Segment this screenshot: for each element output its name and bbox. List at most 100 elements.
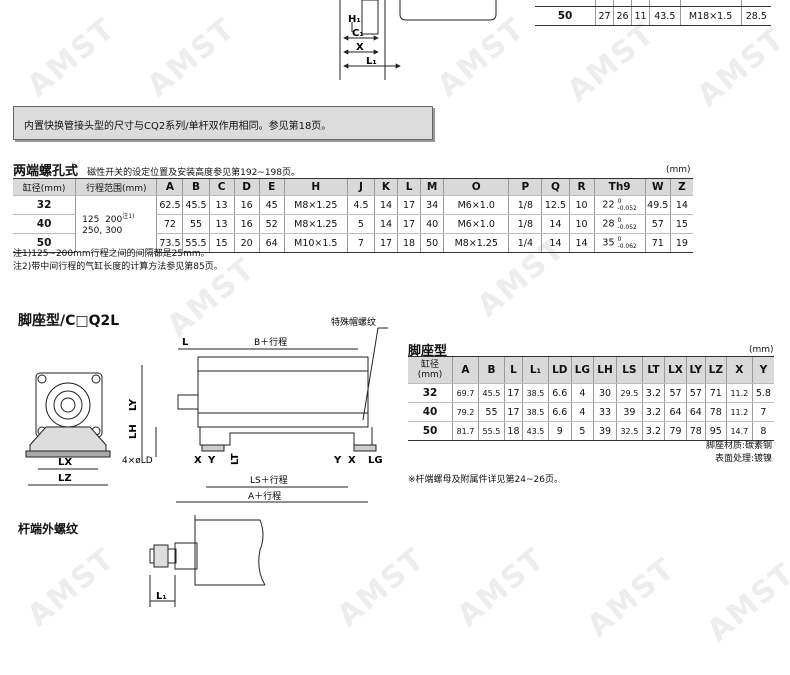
cell-k: 17 — [373, 233, 398, 253]
cell-o: M6×1.0 — [443, 195, 509, 215]
header-col: LX — [664, 356, 687, 384]
header-col: E — [258, 178, 285, 196]
stroke-range-cell: 125 200注1) 250, 300 — [75, 195, 157, 253]
unit-label: (mm) — [666, 165, 691, 175]
header-bore: 缸径(mm) — [13, 178, 76, 196]
header-col: LD — [547, 356, 572, 384]
header-col: C — [208, 178, 235, 196]
cell-d: 16 — [233, 195, 260, 215]
header-col: LS — [615, 356, 643, 384]
cell-h: M8×1.25 — [283, 195, 348, 215]
table-row: 50 81.7 55.5 18 43.5 9 5 39 32.5 3.2 79 … — [408, 421, 774, 441]
header-col: LG — [570, 356, 594, 384]
header-col: LT — [641, 356, 665, 384]
cell: 14.7 — [725, 421, 753, 441]
header-col: LH — [593, 356, 617, 384]
surface-line: 表面处理:镀镍 — [714, 454, 772, 464]
cell: 8 — [751, 421, 774, 441]
label-ls-stroke: LS＋行程 — [250, 474, 288, 486]
cell: 29.5 — [615, 383, 643, 403]
cell: 32.5 — [615, 421, 643, 441]
th9-value: 28 — [602, 218, 615, 230]
cell-z: 15 — [669, 214, 693, 234]
cell-e: 45 — [258, 195, 285, 215]
header-col: D — [233, 178, 260, 196]
cell: 4 — [570, 383, 594, 403]
table-row: 32 125 200注1) 250, 300 62.5 45.5 13 16 4… — [13, 195, 693, 253]
cell-r: 14 — [568, 233, 595, 253]
cell: 95 — [704, 421, 727, 441]
cell-th9: 28 0 -0.052 — [593, 214, 646, 234]
header-col: W — [644, 178, 671, 196]
cell-a: 62.5 — [156, 195, 183, 215]
cell: 79 — [664, 421, 687, 441]
cell-h: M10×1.5 — [283, 233, 348, 253]
th9-tol-bot: -0.062 — [617, 243, 637, 250]
header-col: Th9 — [593, 178, 646, 196]
th9-tol-top: 0 — [617, 236, 622, 243]
cell: 81.7 — [452, 421, 479, 441]
header-col: LY — [685, 356, 706, 384]
cell: 55 — [477, 402, 505, 422]
cell: 55.5 — [477, 421, 505, 441]
cell: 6.6 — [547, 402, 572, 422]
label-lz: LZ — [58, 473, 72, 484]
cell-b: 45.5 — [182, 195, 210, 215]
cell: 17 — [503, 383, 523, 403]
th9-tol-top: 0 — [617, 198, 622, 205]
cell: 11.2 — [725, 402, 753, 422]
th9-value: 22 — [602, 199, 615, 211]
cell-j: 7 — [346, 233, 375, 253]
section-title: 两端螺孔式 — [13, 164, 79, 179]
label-lx: LX — [58, 457, 72, 468]
cell: 57 — [664, 383, 687, 403]
cell-h: M8×1.25 — [283, 214, 348, 234]
cell-m: 50 — [420, 233, 444, 253]
watermark: AMST — [140, 10, 243, 105]
header-stroke: 行程范围(mm) — [75, 178, 157, 196]
cell: 64 — [664, 402, 687, 422]
header-col: Q — [541, 178, 570, 196]
cell-j: 4.5 — [346, 195, 375, 215]
cell: M18×1.5 — [679, 6, 742, 26]
cell: 3.2 — [641, 402, 665, 422]
cell-m: 40 — [420, 214, 444, 234]
cell-q: 12.5 — [541, 195, 570, 215]
foot-footnote: ※杆端螺母及附属件详见第24~26页。 — [408, 475, 563, 485]
watermark: AMST — [580, 550, 683, 645]
table-row: 50 27 26 11 43.5 M18×1.5 28.5 — [535, 6, 771, 26]
label-h1: H₁ — [348, 14, 361, 25]
cell: 27 — [594, 6, 614, 26]
watermark: AMST — [20, 540, 123, 635]
notice-text: 内置快换管接头型的尺寸与CQ2系列/单杆双作用相同。参见第18页。 — [24, 121, 332, 132]
cell-j: 5 — [346, 214, 375, 234]
cell: 17 — [503, 402, 523, 422]
label-l1: L₁ — [366, 56, 377, 67]
header-col: P — [508, 178, 542, 196]
bore-cell: 32 — [408, 383, 453, 403]
header-col: B — [477, 356, 505, 384]
cell-r: 10 — [568, 214, 595, 234]
th9-value: 35 — [602, 237, 615, 249]
cell-th9: 35 0 -0.062 — [593, 233, 646, 253]
cell-e: 64 — [258, 233, 285, 253]
label-lt: LT — [230, 453, 241, 465]
cell: 33 — [593, 402, 617, 422]
label-ly: LY — [128, 398, 139, 411]
cell: 30 — [593, 383, 617, 403]
label-y2: Y — [333, 455, 342, 466]
thru-hole-table: 缸径(mm) 行程范围(mm) A B C D E H J K L M O P … — [13, 178, 693, 253]
table-row: 32 69.7 45.5 17 38.5 6.6 4 30 29.5 3.2 5… — [408, 383, 774, 403]
bore-cell: 40 — [408, 402, 453, 422]
cell: 7 — [751, 402, 774, 422]
cell-z: 19 — [669, 233, 693, 253]
header-bore-line1: 缸径 — [420, 360, 439, 370]
cell-l: 17 — [397, 214, 421, 234]
cell-r: 10 — [568, 195, 595, 215]
header-col: O — [443, 178, 509, 196]
cell: 5 — [570, 421, 594, 441]
notice-box: 内置快换管接头型的尺寸与CQ2系列/单杆双作用相同。参见第18页。 — [13, 106, 433, 140]
cell-b: 55 — [182, 214, 210, 234]
cell-e: 52 — [258, 214, 285, 234]
label-hole: 4×øLD — [122, 456, 153, 466]
